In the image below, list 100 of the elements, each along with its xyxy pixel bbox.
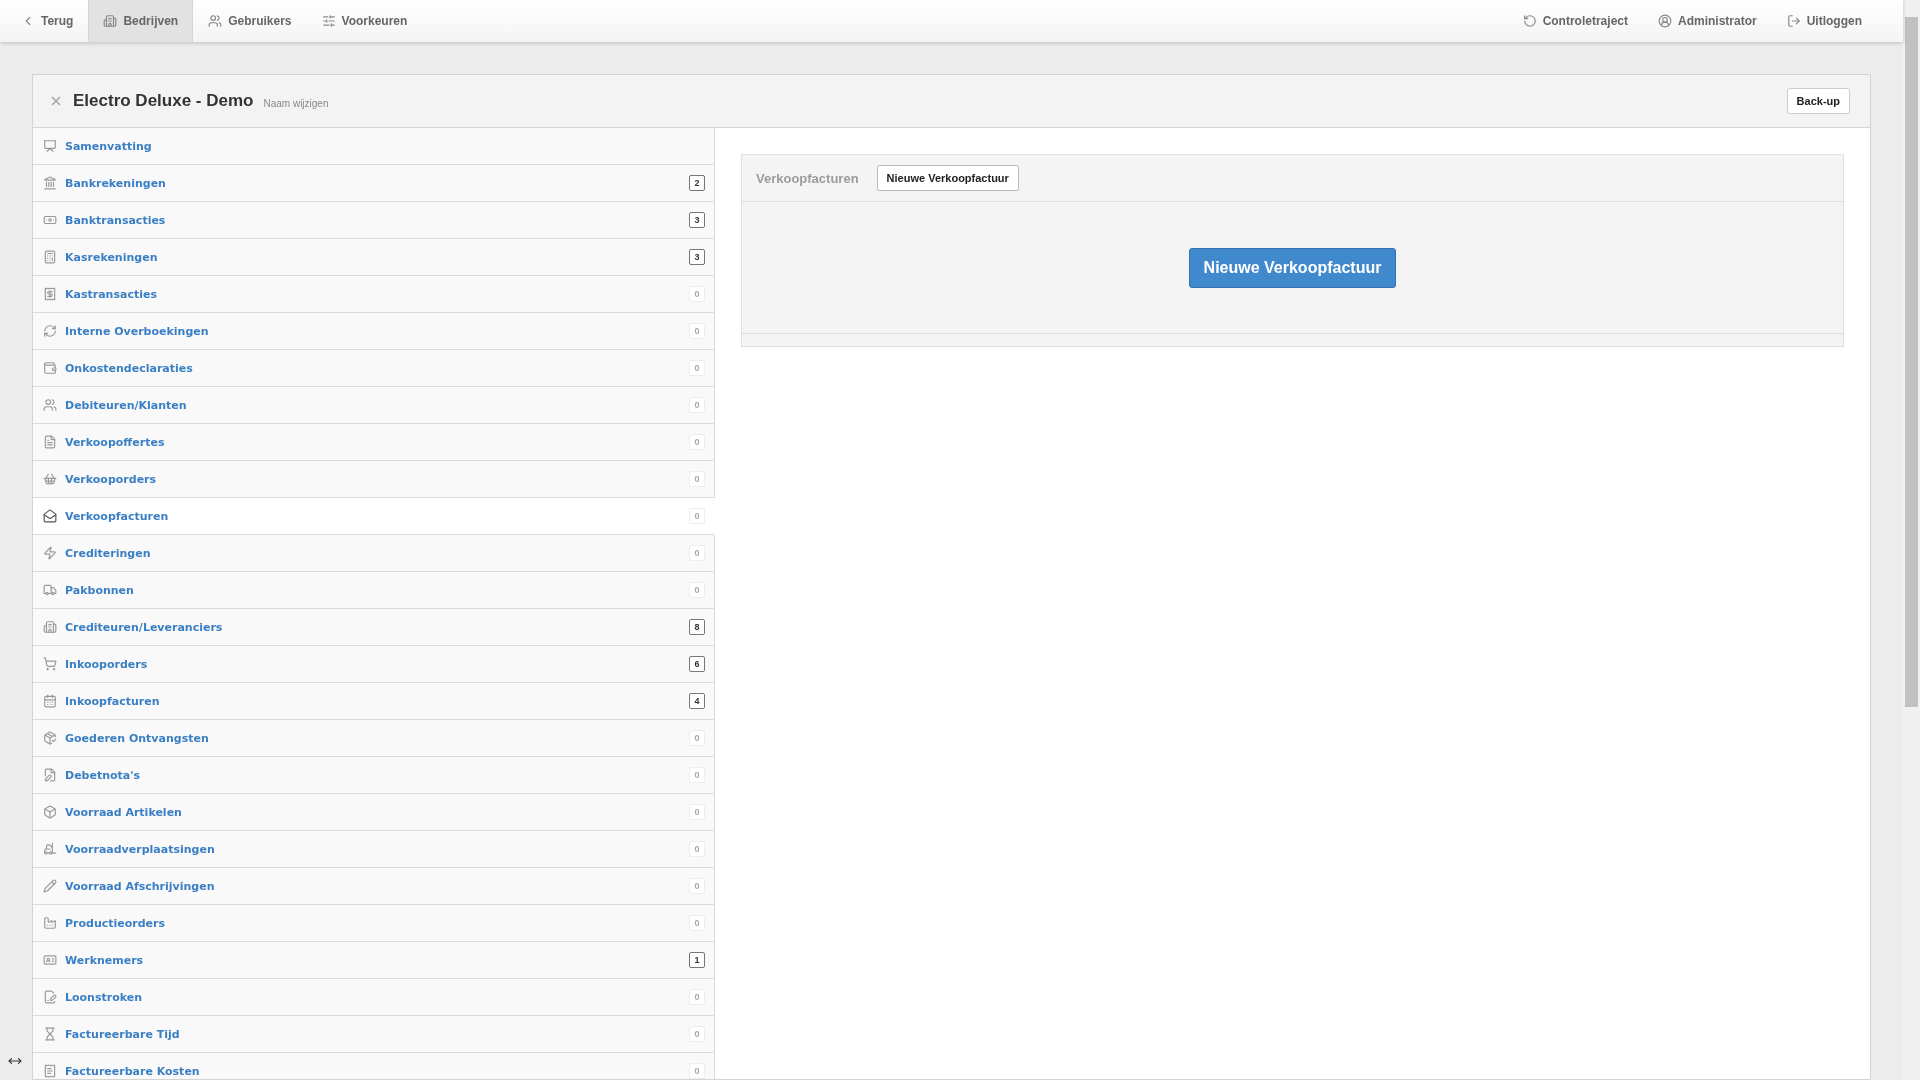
count-badge: 0 [689, 508, 705, 524]
sidebar-item[interactable]: Loonstroken 0 [33, 979, 715, 1016]
count-badge: 0 [689, 545, 705, 561]
receipt-icon [43, 287, 57, 301]
count-badge: 0 [689, 804, 705, 820]
new-invoice-button[interactable]: Nieuwe Verkoopfactuur [876, 165, 1019, 191]
close-icon[interactable] [49, 94, 63, 108]
sidebar-item[interactable]: Kasrekeningen 3 [33, 239, 715, 276]
truck-icon [43, 583, 57, 597]
buildings-icon [103, 14, 118, 28]
cart-icon [43, 657, 57, 671]
factory-icon [43, 916, 57, 930]
count-badge: 0 [689, 730, 705, 746]
calendar-icon [43, 694, 57, 708]
nav-link[interactable]: Administrator [1643, 0, 1772, 42]
scrollbar[interactable] [1903, 0, 1920, 1080]
count-badge: 0 [689, 360, 705, 376]
sidebar-item[interactable]: Kastransacties 0 [33, 276, 715, 313]
count-badge: 0 [689, 434, 705, 450]
package-icon [43, 731, 57, 745]
sidebar-label: Factureerbare Tijd [65, 1027, 181, 1041]
sidebar-item[interactable]: Inkooporders 6 [33, 646, 715, 683]
nav-tab[interactable]: Bedrijven [88, 0, 194, 42]
sidebar-item[interactable]: Voorraad Afschrijvingen 0 [33, 868, 715, 905]
count-badge: 0 [689, 767, 705, 783]
nav-link[interactable]: Controletraject [1507, 0, 1643, 42]
rename-link[interactable]: Naam wijzigen [263, 97, 329, 109]
backup-button[interactable]: Back-up [1786, 88, 1850, 114]
sidebar-label: Onkostendeclaraties [65, 361, 194, 375]
sidebar-item[interactable]: Samenvatting [33, 128, 715, 165]
count-badge: 3 [689, 249, 705, 265]
sidebar-item[interactable]: Factureerbare Tijd 0 [33, 1016, 715, 1053]
sidebar-item[interactable]: Onkostendeclaraties 0 [33, 350, 715, 387]
nav-tab[interactable]: Terug [6, 0, 89, 42]
nav-tab[interactable]: Gebruikers [193, 0, 307, 42]
sidebar-label: Kastransacties [65, 287, 158, 301]
nav-tab[interactable]: Voorkeuren [306, 0, 423, 42]
count-badge: 0 [689, 915, 705, 931]
sidebar-item[interactable]: Productieorders 0 [33, 905, 715, 942]
refresh-icon [43, 324, 57, 338]
receipt-icon [43, 1064, 57, 1078]
count-badge: 0 [689, 1063, 705, 1079]
sidebar-label: Verkoopoffertes [65, 435, 166, 449]
company-title: Electro Deluxe - Demo [73, 91, 254, 111]
sidebar-label: Banktransacties [65, 213, 167, 227]
sidebar-label: Debetnota's [65, 768, 142, 782]
sidebar-item[interactable]: Werknemers 1 [33, 942, 715, 979]
count-badge: 2 [689, 175, 705, 191]
sidebar-label: Goederen Ontvangsten [65, 731, 210, 745]
sidebar-label: Interne Overboekingen [65, 324, 210, 338]
count-badge: 1 [689, 952, 705, 968]
envelope-icon [43, 509, 57, 523]
sidebar-label: Inkoopfacturen [65, 694, 161, 708]
sidebar-label: Pakbonnen [65, 583, 135, 597]
new-invoice-button[interactable]: Nieuwe Verkoopfactuur [1188, 247, 1397, 288]
sidebar-item[interactable]: Interne Overboekingen 0 [33, 313, 715, 350]
document-icon [43, 435, 57, 449]
count-badge: 0 [689, 323, 705, 339]
sidebar-item[interactable]: Crediteringen 0 [33, 535, 715, 572]
sidebar-label: Voorraad Afschrijvingen [65, 879, 216, 893]
sidebar-item[interactable]: Verkooporders 0 [33, 461, 715, 498]
count-badge: 6 [689, 656, 705, 672]
signature-icon [43, 990, 57, 1004]
sidebar-item[interactable]: Factureerbare Kosten 0 [33, 1053, 715, 1079]
count-badge: 4 [689, 693, 705, 709]
sidebar-label: Voorraad Artikelen [65, 805, 183, 819]
sidebar-item[interactable]: Inkoopfacturen 4 [33, 683, 715, 720]
hourglass-icon [43, 1027, 57, 1041]
sidebar-label: Verkooporders [65, 472, 158, 486]
count-badge: 3 [689, 212, 705, 228]
sidebar-item[interactable]: Voorraadverplaatsingen 0 [33, 831, 715, 868]
count-badge: 0 [689, 286, 705, 302]
sidebar-item[interactable]: Goederen Ontvangsten 0 [33, 720, 715, 757]
sidebar-item[interactable]: Bankrekeningen 2 [33, 165, 715, 202]
count-badge: 0 [689, 878, 705, 894]
sidebar-item[interactable]: Crediteuren/Leveranciers 8 [33, 609, 715, 646]
sidebar-item[interactable]: Voorraad Artikelen 0 [33, 794, 715, 831]
user-icon [1658, 14, 1672, 28]
users-icon [43, 398, 57, 412]
sidebar-item[interactable]: Debiteuren/Klanten 0 [33, 387, 715, 424]
document-pen-icon [43, 768, 57, 782]
sidebar-label: Debiteuren/Klanten [65, 398, 188, 412]
buildings-icon [43, 620, 57, 634]
sidebar-item[interactable]: Debetnota's 0 [33, 757, 715, 794]
panel-title: Verkoopfacturen [756, 170, 859, 186]
count-badge: 0 [689, 989, 705, 1005]
count-badge: 0 [689, 471, 705, 487]
sidebar-label: Verkoopfacturen [65, 509, 170, 523]
nav-link[interactable]: Uitloggen [1771, 0, 1877, 42]
count-badge: 0 [689, 841, 705, 857]
sidebar-label: Factureerbare Kosten [65, 1064, 201, 1078]
sidebar-item[interactable]: Pakbonnen 0 [33, 572, 715, 609]
count-badge: 0 [689, 1026, 705, 1042]
id-card-icon [43, 953, 57, 967]
undo-icon [1522, 14, 1537, 28]
sliders-icon [321, 14, 336, 28]
sidebar-label: Inkooporders [65, 657, 149, 671]
sidebar-item[interactable]: Verkoopoffertes 0 [33, 424, 715, 461]
sidebar-label: Voorraadverplaatsingen [65, 842, 216, 856]
sidebar-item[interactable]: Banktransacties 3 [33, 202, 715, 239]
